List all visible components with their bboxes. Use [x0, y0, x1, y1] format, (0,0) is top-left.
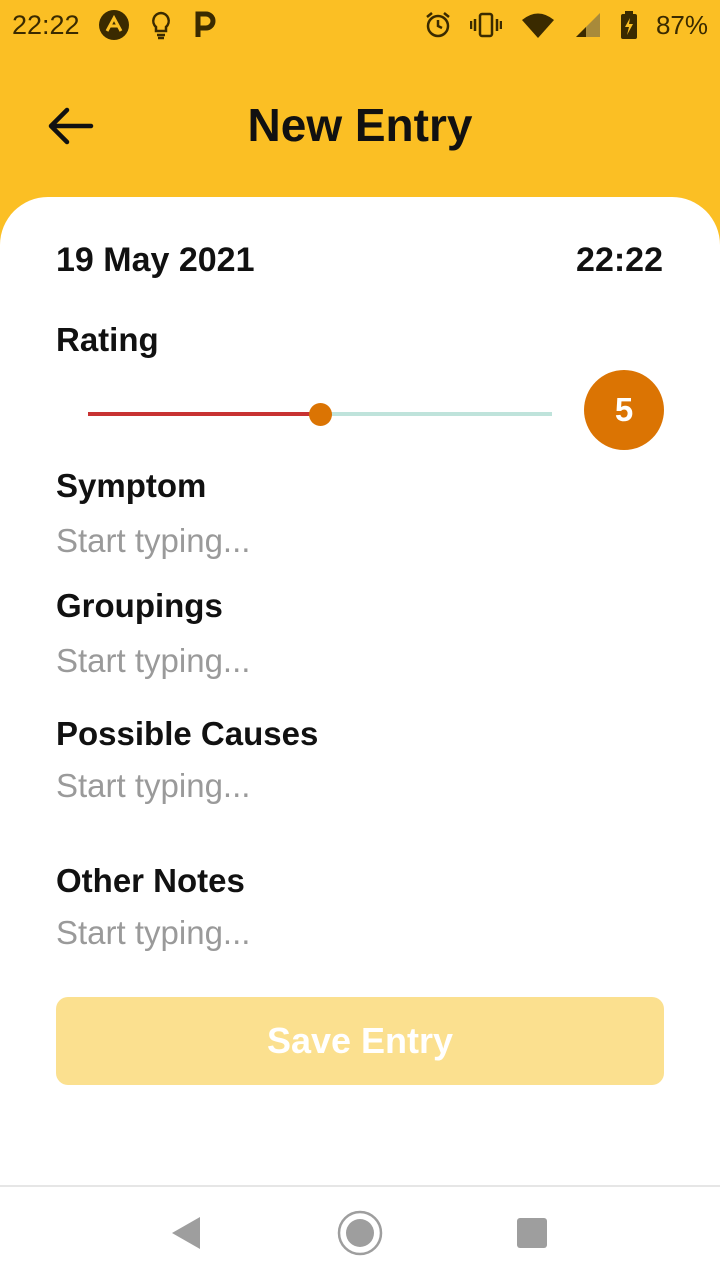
groupings-input[interactable] [56, 639, 664, 683]
nav-back-button[interactable] [162, 1211, 210, 1259]
rating-value-badge: 5 [584, 370, 664, 450]
slider-thumb[interactable] [309, 403, 332, 426]
nav-recents-button[interactable] [508, 1211, 556, 1259]
recents-square-icon [516, 1217, 548, 1254]
home-circle-icon [337, 1210, 383, 1261]
symptom-input[interactable] [56, 519, 664, 563]
symptom-label: Symptom [56, 467, 207, 504]
lightbulb-icon [148, 10, 174, 40]
battery-percentage: 87% [655, 9, 708, 40]
app-header: New Entry [0, 50, 720, 200]
entry-form-card: 19 May 2021 22:22 Rating 5 Symptom Group… [0, 197, 720, 1187]
page-title: New Entry [247, 99, 473, 151]
alarm-icon [424, 11, 452, 39]
other-notes-label: Other Notes [56, 862, 245, 899]
nav-home-button[interactable] [336, 1210, 384, 1261]
entry-time[interactable]: 22:22 [576, 241, 663, 280]
parking-icon [192, 11, 216, 39]
possible-causes-label: Possible Causes [56, 715, 319, 752]
wifi-icon [520, 11, 556, 39]
rating-label: Rating [56, 321, 159, 358]
status-bar: 22:22 87% [0, 0, 720, 50]
other-notes-input[interactable] [56, 911, 664, 955]
slider-fill [88, 412, 320, 416]
save-entry-button[interactable]: Save Entry [56, 997, 664, 1085]
battery-charging-icon [620, 10, 638, 40]
entry-date[interactable]: 19 May 2021 [56, 241, 255, 280]
signal-icon [574, 11, 602, 39]
back-triangle-icon [170, 1216, 202, 1255]
status-left: 22:22 [12, 9, 216, 41]
arc-app-icon [98, 9, 130, 41]
status-time: 22:22 [12, 9, 80, 40]
vibrate-icon [469, 11, 502, 39]
groupings-label: Groupings [56, 587, 223, 624]
status-right: 87% [424, 10, 708, 41]
system-nav-bar [0, 1185, 720, 1280]
rating-slider[interactable] [88, 402, 552, 426]
possible-causes-input[interactable] [56, 764, 664, 808]
